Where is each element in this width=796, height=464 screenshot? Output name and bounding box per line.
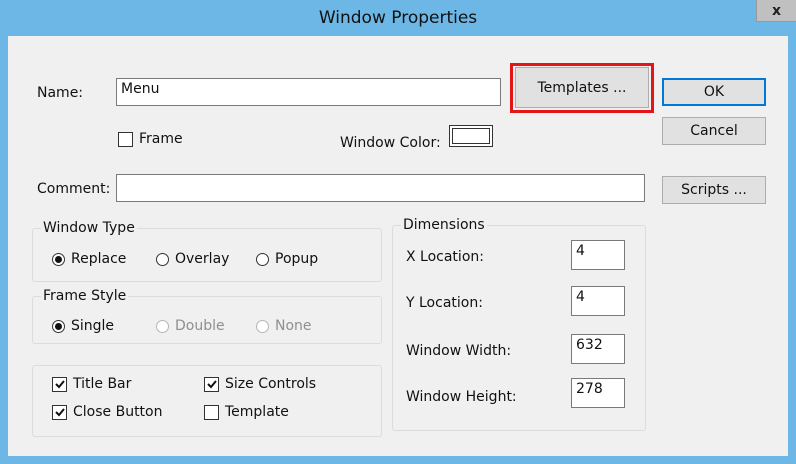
y-location-label: Y Location: <box>406 295 483 311</box>
radio-double-label: Double <box>175 318 225 334</box>
checkbox-template[interactable]: Template <box>204 404 289 420</box>
scripts-button[interactable]: Scripts ... <box>662 176 766 204</box>
window-width-input[interactable]: 632 <box>571 334 625 364</box>
radio-single-label: Single <box>71 318 115 334</box>
name-label: Name: <box>37 85 84 101</box>
window-width-label: Window Width: <box>406 343 512 359</box>
x-location-input[interactable]: 4 <box>571 240 625 270</box>
checkbox-title-bar[interactable]: Title Bar <box>52 376 131 392</box>
checkbox-template-box[interactable] <box>204 404 219 420</box>
close-icon: x <box>771 2 782 19</box>
radio-replace[interactable]: Replace <box>52 251 126 267</box>
checkbox-template-label: Template <box>225 404 289 420</box>
window-type-title: Window Type <box>41 220 137 236</box>
cancel-button[interactable]: Cancel <box>662 117 766 145</box>
window-properties-dialog: Window Properties x Name: Menu Templates… <box>0 0 796 464</box>
radio-single-indicator[interactable] <box>52 319 65 333</box>
radio-popup-label: Popup <box>275 251 319 267</box>
comment-label: Comment: <box>37 181 111 197</box>
ok-button[interactable]: OK <box>662 78 766 106</box>
frame-checkbox-box[interactable] <box>118 131 133 147</box>
checkbox-close-button-label: Close Button <box>73 404 163 420</box>
title-bar[interactable]: Window Properties x <box>0 0 796 36</box>
checkbox-size-controls-box[interactable] <box>204 376 219 392</box>
window-height-label: Window Height: <box>406 389 517 405</box>
window-height-input[interactable]: 278 <box>571 378 625 408</box>
checkbox-size-controls-label: Size Controls <box>225 376 317 392</box>
radio-overlay[interactable]: Overlay <box>156 251 229 267</box>
x-location-label: X Location: <box>406 249 484 265</box>
checkbox-size-controls[interactable]: Size Controls <box>204 376 316 392</box>
dialog-title: Window Properties <box>318 8 478 28</box>
checkbox-close-button[interactable]: Close Button <box>52 404 162 420</box>
frame-style-title: Frame Style <box>41 288 129 304</box>
dimensions-title: Dimensions <box>401 217 487 233</box>
comment-input[interactable] <box>116 174 645 202</box>
radio-replace-indicator[interactable] <box>52 252 65 266</box>
checkbox-close-button-box[interactable] <box>52 404 67 420</box>
checkbox-title-bar-label: Title Bar <box>73 376 132 392</box>
radio-overlay-indicator[interactable] <box>156 252 169 266</box>
frame-checkbox[interactable]: Frame <box>118 131 183 147</box>
radio-none: None <box>256 318 312 334</box>
window-color-swatch[interactable] <box>449 125 493 147</box>
templates-highlight <box>510 63 654 113</box>
y-location-input[interactable]: 4 <box>571 286 625 316</box>
radio-popup-indicator[interactable] <box>256 252 269 266</box>
radio-double-indicator <box>156 319 169 333</box>
frame-checkbox-label: Frame <box>139 131 183 147</box>
radio-popup[interactable]: Popup <box>256 251 318 267</box>
checkbox-title-bar-box[interactable] <box>52 376 67 392</box>
radio-none-indicator <box>256 319 269 333</box>
name-input[interactable]: Menu <box>116 78 501 106</box>
radio-double: Double <box>156 318 225 334</box>
close-button[interactable]: x <box>756 0 796 22</box>
radio-single[interactable]: Single <box>52 318 114 334</box>
window-color-label: Window Color: <box>340 135 441 151</box>
radio-none-label: None <box>275 318 312 334</box>
radio-replace-label: Replace <box>71 251 127 267</box>
radio-overlay-label: Overlay <box>175 251 230 267</box>
